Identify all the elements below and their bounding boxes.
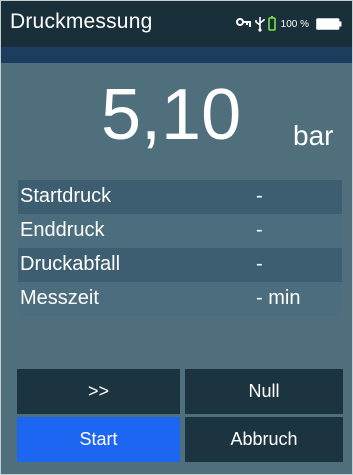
battery-icon	[316, 18, 342, 30]
row-value: -	[256, 253, 263, 275]
row-label: Messzeit	[20, 287, 99, 309]
pressure-value: 5,10	[101, 75, 242, 155]
table-row-startdruck: Startdruck -	[18, 180, 342, 214]
row-value: - min	[256, 287, 301, 309]
pressure-reading: 5,10 bar	[1, 63, 352, 171]
table-row-messzeit: Messzeit - min	[18, 282, 342, 316]
row-label: Druckabfall	[20, 253, 121, 275]
row-value: -	[256, 185, 263, 207]
pressure-unit: bar	[293, 120, 334, 151]
softkey-bar: >> Null Start Abbruch	[17, 369, 343, 465]
measurement-table: Startdruck - Enddruck - Druckabfall - Me…	[18, 180, 342, 316]
start-button[interactable]: Start	[17, 417, 180, 462]
key-icon	[235, 18, 251, 27]
battery-percent: 100 %	[280, 18, 309, 30]
header-divider	[1, 47, 352, 63]
row-label: Startdruck	[20, 185, 112, 207]
title-bar: Druckmessung 100 %	[1, 1, 352, 47]
cancel-button[interactable]: Abbruch	[185, 417, 343, 462]
screen-title: Druckmessung	[10, 10, 153, 33]
status-icons: 100 %	[235, 13, 342, 35]
usb-icon	[254, 17, 265, 32]
battery-plug-icon	[267, 16, 276, 31]
null-button[interactable]: Null	[185, 369, 343, 414]
table-row-druckabfall: Druckabfall -	[18, 248, 342, 282]
table-row-enddruck: Enddruck -	[18, 214, 342, 248]
row-label: Enddruck	[20, 219, 105, 241]
device-screen: Druckmessung 100 % 5,10 bar Startdruck -…	[0, 0, 353, 475]
next-button[interactable]: >>	[17, 369, 180, 414]
row-value: -	[256, 219, 263, 241]
